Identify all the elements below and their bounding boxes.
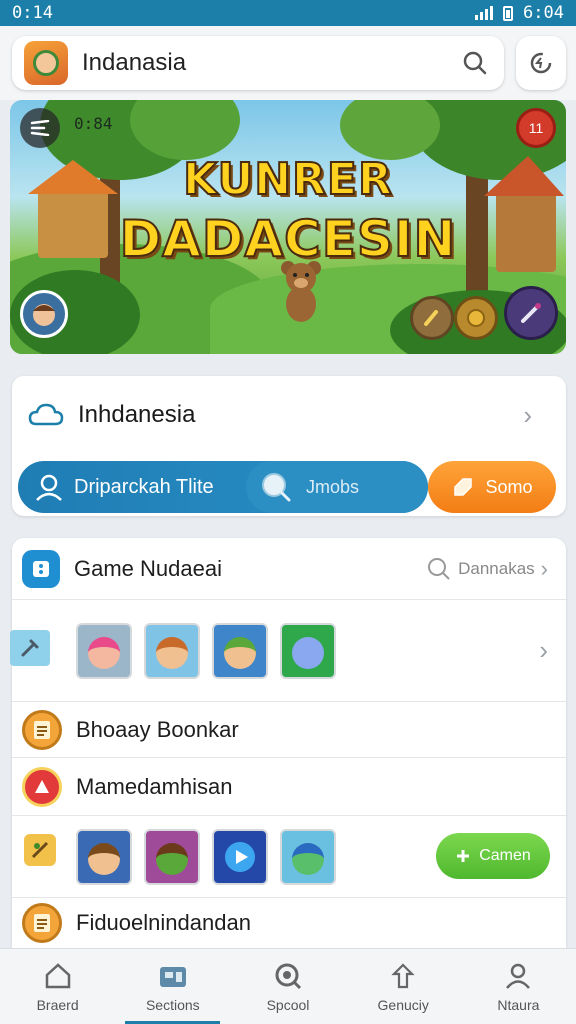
region-title: Inhdanesia bbox=[78, 401, 196, 428]
tag-icon bbox=[454, 478, 473, 496]
segment-primary[interactable]: Driparckah Tlite bbox=[18, 461, 246, 513]
refresh-button[interactable] bbox=[516, 36, 566, 90]
back-badge-button[interactable] bbox=[20, 108, 60, 148]
nav-home[interactable]: Braerd bbox=[0, 949, 115, 1024]
banner-action-2[interactable] bbox=[454, 296, 498, 340]
nav-sections-label: Sections bbox=[145, 996, 200, 1013]
face-icon bbox=[33, 304, 55, 326]
upload-icon bbox=[391, 962, 415, 988]
featured-game-banner[interactable]: KUNRER DADACESIN 0:84 11 bbox=[10, 100, 566, 354]
store-icon bbox=[159, 966, 186, 987]
game-thumbnail[interactable] bbox=[144, 622, 200, 679]
list-row-title: Bhoaay Boonkar bbox=[76, 716, 239, 742]
dice-icon bbox=[22, 549, 60, 588]
segment-primary-label: Driparckah Tlite bbox=[74, 475, 214, 498]
list-row-game[interactable]: Game Nudaeai Dannakas › bbox=[12, 538, 566, 600]
region-card: Inhdanesia › Driparckah Tlite Jmobs Somo bbox=[12, 376, 566, 516]
home-icon bbox=[45, 962, 70, 988]
signal-icon bbox=[475, 6, 494, 20]
game-thumbnail[interactable] bbox=[212, 622, 268, 679]
list-row-bhoaay[interactable]: Bhoaay Boonkar bbox=[12, 702, 566, 758]
bear-character-icon bbox=[281, 261, 321, 322]
action-button-label: Somo bbox=[485, 476, 533, 497]
bottom-nav: Braerd Sections Spcool Genuciy Ntaura bbox=[0, 948, 576, 1024]
top-bar: Indanasia bbox=[0, 26, 576, 100]
list-row-right-text[interactable]: Dannakas bbox=[458, 559, 535, 579]
banner-title-line1: KUNRER bbox=[182, 153, 393, 206]
segment-secondary[interactable]: Jmobs bbox=[246, 461, 428, 513]
nav-search[interactable]: Spcool bbox=[230, 949, 345, 1024]
puzzle-icon bbox=[24, 834, 56, 866]
nav-sections[interactable]: Sections bbox=[115, 949, 230, 1024]
status-time-right: 6:04 bbox=[523, 3, 564, 23]
pencil-icon bbox=[424, 310, 438, 326]
game-thumbnail[interactable] bbox=[280, 828, 336, 885]
search-icon bbox=[262, 473, 291, 502]
chevron-right-icon: › bbox=[540, 555, 548, 581]
refresh-icon bbox=[530, 52, 552, 74]
list-row-title: Fiduoelnindandan bbox=[76, 910, 251, 935]
game-thumbnail[interactable] bbox=[144, 828, 200, 885]
list-row-title: Game Nudaeai bbox=[74, 555, 222, 581]
profile-icon bbox=[506, 963, 531, 989]
game-thumbnail[interactable] bbox=[76, 828, 132, 885]
nav-search-label: Spcool bbox=[266, 996, 310, 1013]
filter-segment: Driparckah Tlite Jmobs bbox=[18, 461, 428, 513]
document-icon bbox=[22, 903, 62, 943]
nav-upload-label: Genuciy bbox=[377, 996, 429, 1013]
status-icons: 6:04 bbox=[475, 3, 564, 23]
region-row[interactable]: Inhdanesia › bbox=[12, 376, 566, 454]
list-row-fiduoel[interactable]: Fiduoelnindandan bbox=[12, 898, 566, 948]
game-thumbnail[interactable] bbox=[76, 622, 132, 679]
status-time-left: 0:14 bbox=[12, 3, 53, 23]
search-icon bbox=[275, 963, 302, 989]
menu-icon bbox=[30, 120, 50, 136]
nav-upload[interactable]: Genuciy bbox=[346, 949, 461, 1024]
list-row-thumbnails[interactable]: › bbox=[10, 600, 566, 702]
status-bar: 0:14 6:04 bbox=[0, 0, 576, 26]
list-row-title: Mamedamhisan bbox=[76, 773, 233, 799]
chevron-right-icon: › bbox=[523, 399, 532, 430]
green-action-button[interactable]: Camen bbox=[436, 833, 550, 879]
app-logo-icon bbox=[24, 41, 68, 85]
badge-icon bbox=[22, 766, 62, 807]
banner-action-1[interactable] bbox=[410, 296, 454, 340]
action-button[interactable]: Somo bbox=[428, 461, 556, 513]
coin-icon bbox=[467, 309, 485, 327]
banner-badge-label: 11 bbox=[528, 120, 544, 136]
nav-home-label: Braerd bbox=[36, 996, 79, 1013]
play-icon bbox=[225, 841, 255, 872]
play-video-thumbnail[interactable] bbox=[212, 828, 268, 885]
list-row-mamedamhisan[interactable]: Mamedamhisan bbox=[12, 758, 566, 816]
app-title: Indanasia bbox=[82, 49, 187, 76]
games-list-card: Game Nudaeai Dannakas › › Bhoaay Boonkar… bbox=[10, 538, 566, 948]
search-icon bbox=[428, 557, 450, 580]
search-icon bbox=[463, 51, 487, 75]
notes-icon bbox=[22, 709, 62, 750]
list-row-thumbnails-2[interactable]: Camen bbox=[12, 816, 566, 898]
user-icon bbox=[36, 474, 62, 501]
chevron-right-icon: › bbox=[539, 635, 548, 665]
banner-action-3[interactable] bbox=[504, 286, 558, 340]
plus-icon bbox=[457, 850, 470, 862]
wrench-icon bbox=[10, 630, 50, 666]
player-avatar[interactable] bbox=[20, 290, 68, 338]
nav-profile-label: Ntaura bbox=[497, 996, 540, 1013]
cloud-icon bbox=[28, 403, 64, 426]
search-bar[interactable]: Indanasia bbox=[12, 36, 504, 90]
game-thumbnail[interactable] bbox=[280, 622, 336, 679]
segment-secondary-label: Jmobs bbox=[306, 476, 360, 497]
nav-profile[interactable]: Ntaura bbox=[461, 949, 576, 1024]
battery-icon bbox=[503, 5, 514, 21]
search-button[interactable] bbox=[458, 46, 492, 80]
banner-badge-right[interactable]: 11 bbox=[516, 108, 556, 148]
green-action-label: Camen bbox=[479, 847, 531, 864]
sword-icon bbox=[521, 303, 541, 323]
banner-label-left: 0:84 bbox=[74, 114, 113, 133]
